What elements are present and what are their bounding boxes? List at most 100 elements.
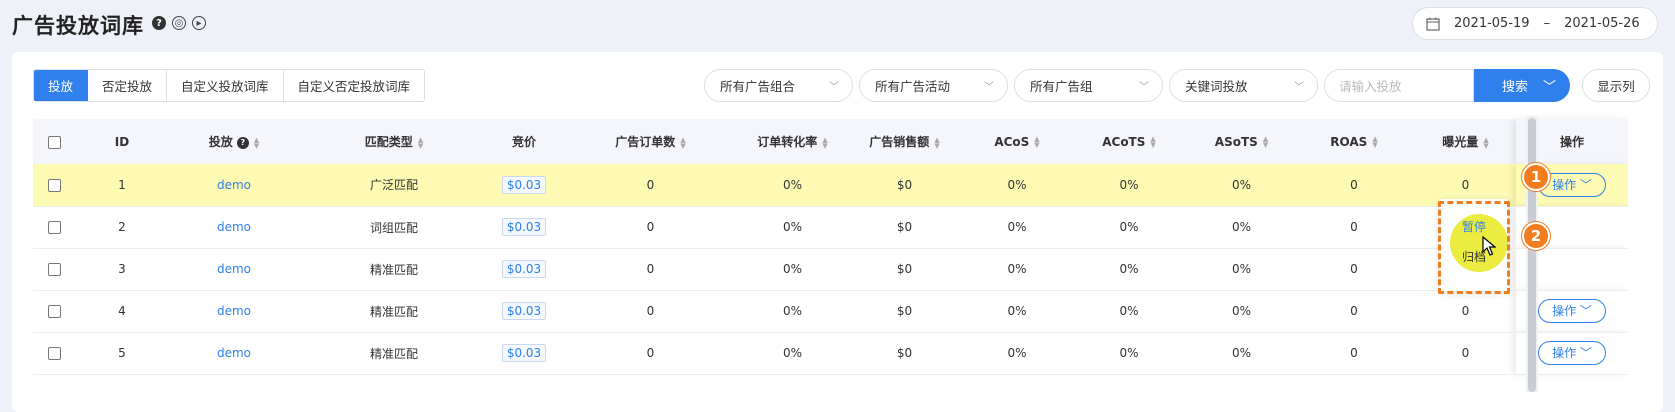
keyword-type-select[interactable]: 关键词投放 ﹀ [1169,69,1318,102]
col-asots[interactable]: ASoTS ▲ ▼ [1190,119,1293,164]
table-row: 1 demo 广泛匹配 $0.03 0 0% $0 0% 0% 0% 0 0 操作 ﹀ [33,164,1628,207]
cell-bid[interactable]: $0.03 [489,248,559,291]
bid-value[interactable]: $0.03 [501,302,547,320]
cell-target[interactable]: demo [169,290,299,333]
cell-orders: 0 [559,332,742,375]
tab-group: 投放 否定投放 自定义投放词库 自定义否定投放词库 [33,69,426,102]
select-all-checkbox[interactable] [33,119,75,164]
target-link[interactable]: demo [217,178,251,192]
portfolio-select[interactable]: 所有广告组合 ﹀ [704,69,853,102]
tab-targeting[interactable]: 投放 [34,70,89,101]
search-button[interactable]: 搜索 ﹀ [1474,69,1570,102]
cell-id: 1 [75,164,169,207]
date-end[interactable]: 2021-05-26 [1564,16,1640,31]
cell-match: 广泛匹配 [299,164,489,207]
cell-acots: 0% [1068,164,1190,207]
cell-orders: 0 [559,206,742,249]
show-columns-button[interactable]: 显示列 [1582,69,1650,102]
target-link[interactable]: demo [217,346,251,360]
target-link[interactable]: demo [217,304,251,318]
tab-custom-library[interactable]: 自定义投放词库 [167,70,284,101]
cell-target[interactable]: demo [169,206,299,249]
cell-roas: 0 [1293,332,1415,375]
col-sales[interactable]: 广告销售额 ▲ ▼ [843,119,966,164]
cell-acos: 0% [966,164,1068,207]
action-button[interactable]: 操作 ﹀ [1538,299,1606,323]
col-impressions[interactable]: 曝光量 ▲ ▼ [1415,119,1516,164]
col-id: ID [75,119,169,164]
campaign-select[interactable]: 所有广告活动 ﹀ [859,69,1008,102]
col-target[interactable]: 投放? ▲ ▼ [169,119,299,164]
play-icon[interactable]: ▸ [192,16,206,30]
chevron-down-icon: ﹀ [984,82,994,93]
sort-icon[interactable]: ▲ ▼ [1372,136,1377,149]
chevron-down-icon: ﹀ [1579,177,1592,192]
col-match-type[interactable]: 匹配类型 ▲ ▼ [299,119,489,164]
cell-bid[interactable]: $0.03 [489,290,559,333]
step-badge-1: 1 [1522,163,1550,191]
col-roas[interactable]: ROAS ▲ ▼ [1293,119,1415,164]
row-checkbox[interactable] [33,290,75,333]
settings-icon[interactable]: ◎ [172,16,186,30]
adgroup-select[interactable]: 所有广告组 ﹀ [1014,69,1163,102]
sort-icon[interactable]: ▲ ▼ [934,136,939,149]
tab-negative-targeting[interactable]: 否定投放 [88,70,168,101]
sort-icon[interactable]: ▲ ▼ [1034,136,1039,149]
cell-bid[interactable]: $0.03 [489,206,559,249]
row-checkbox[interactable] [33,332,75,375]
cell-target[interactable]: demo [169,332,299,375]
top-bar: 广告投放词库 ? ◎ ▸ 2021-05-19 – 2021-05-26 [0,0,1675,52]
cell-cvr: 0% [742,248,843,291]
bid-value[interactable]: $0.03 [501,344,547,362]
cell-match: 词组匹配 [299,206,489,249]
bid-value[interactable]: $0.03 [501,260,547,278]
target-link[interactable]: demo [217,262,251,276]
sort-icon[interactable]: ▲ ▼ [1150,136,1155,149]
cell-target[interactable]: demo [169,248,299,291]
date-range-picker[interactable]: 2021-05-19 – 2021-05-26 [1412,7,1658,40]
action-button[interactable]: 操作 ﹀ [1538,341,1606,365]
date-separator: – [1543,16,1551,31]
date-start[interactable]: 2021-05-19 [1454,16,1530,31]
sort-icon[interactable]: ▲ ▼ [680,136,685,149]
main-card: 投放 否定投放 自定义投放词库 自定义否定投放词库 所有广告组合 ﹀ 所有广告活动… [12,52,1663,412]
cell-cvr: 0% [742,332,843,375]
target-link[interactable]: demo [217,220,251,234]
row-checkbox[interactable] [33,206,75,249]
cell-cvr: 0% [742,164,843,207]
chevron-down-icon: ﹀ [1579,304,1592,318]
cell-acos: 0% [966,206,1068,249]
tab-custom-negative-library[interactable]: 自定义否定投放词库 [283,70,425,101]
row-checkbox[interactable] [33,248,75,291]
sort-icon[interactable]: ▲ ▼ [822,136,827,149]
search-input[interactable]: 请输入投放 [1324,69,1474,102]
col-acots[interactable]: ACoTS ▲ ▼ [1068,119,1190,164]
row-checkbox[interactable] [33,164,75,207]
cell-acots: 0% [1068,206,1190,249]
col-orders[interactable]: 广告订单数 ▲ ▼ [559,119,742,164]
col-cvr[interactable]: 订单转化率 ▲ ▼ [742,119,843,164]
sort-icon[interactable]: ▲ ▼ [254,136,259,149]
sort-icon[interactable]: ▲ ▼ [1263,136,1268,149]
sort-icon[interactable]: ▲ ▼ [418,136,423,149]
cell-roas: 0 [1293,248,1415,291]
targets-table: ID 投放? ▲ ▼ 匹配类型 ▲ ▼ 竞价 广告订单数 ▲ ▼ 订单转化率 ▲ ▼ 广告销售额… [33,119,1628,375]
bid-value[interactable]: $0.03 [501,175,547,194]
cell-sales: $0 [843,206,966,249]
col-acos[interactable]: ACoS ▲ ▼ [966,119,1068,164]
col-bid: 竞价 [489,119,559,164]
cell-bid[interactable]: $0.03 [489,164,559,207]
help-icon[interactable]: ? [152,16,166,30]
cell-acos: 0% [966,248,1068,291]
cell-target[interactable]: demo [169,164,299,207]
cell-bid[interactable]: $0.03 [489,332,559,375]
cell-impressions: 0 [1415,290,1516,333]
cell-id: 5 [75,332,169,375]
table-row: 3demo精准匹配$0.0300%$00%0%0%00 [33,248,1628,291]
cell-sales: $0 [843,332,966,375]
bid-value[interactable]: $0.03 [501,218,547,236]
sort-icon[interactable]: ▲ ▼ [1483,136,1488,149]
chevron-down-icon: ﹀ [1542,80,1556,95]
scrollbar-thumb[interactable] [1528,118,1536,392]
chevron-down-icon: ﹀ [1294,82,1304,93]
